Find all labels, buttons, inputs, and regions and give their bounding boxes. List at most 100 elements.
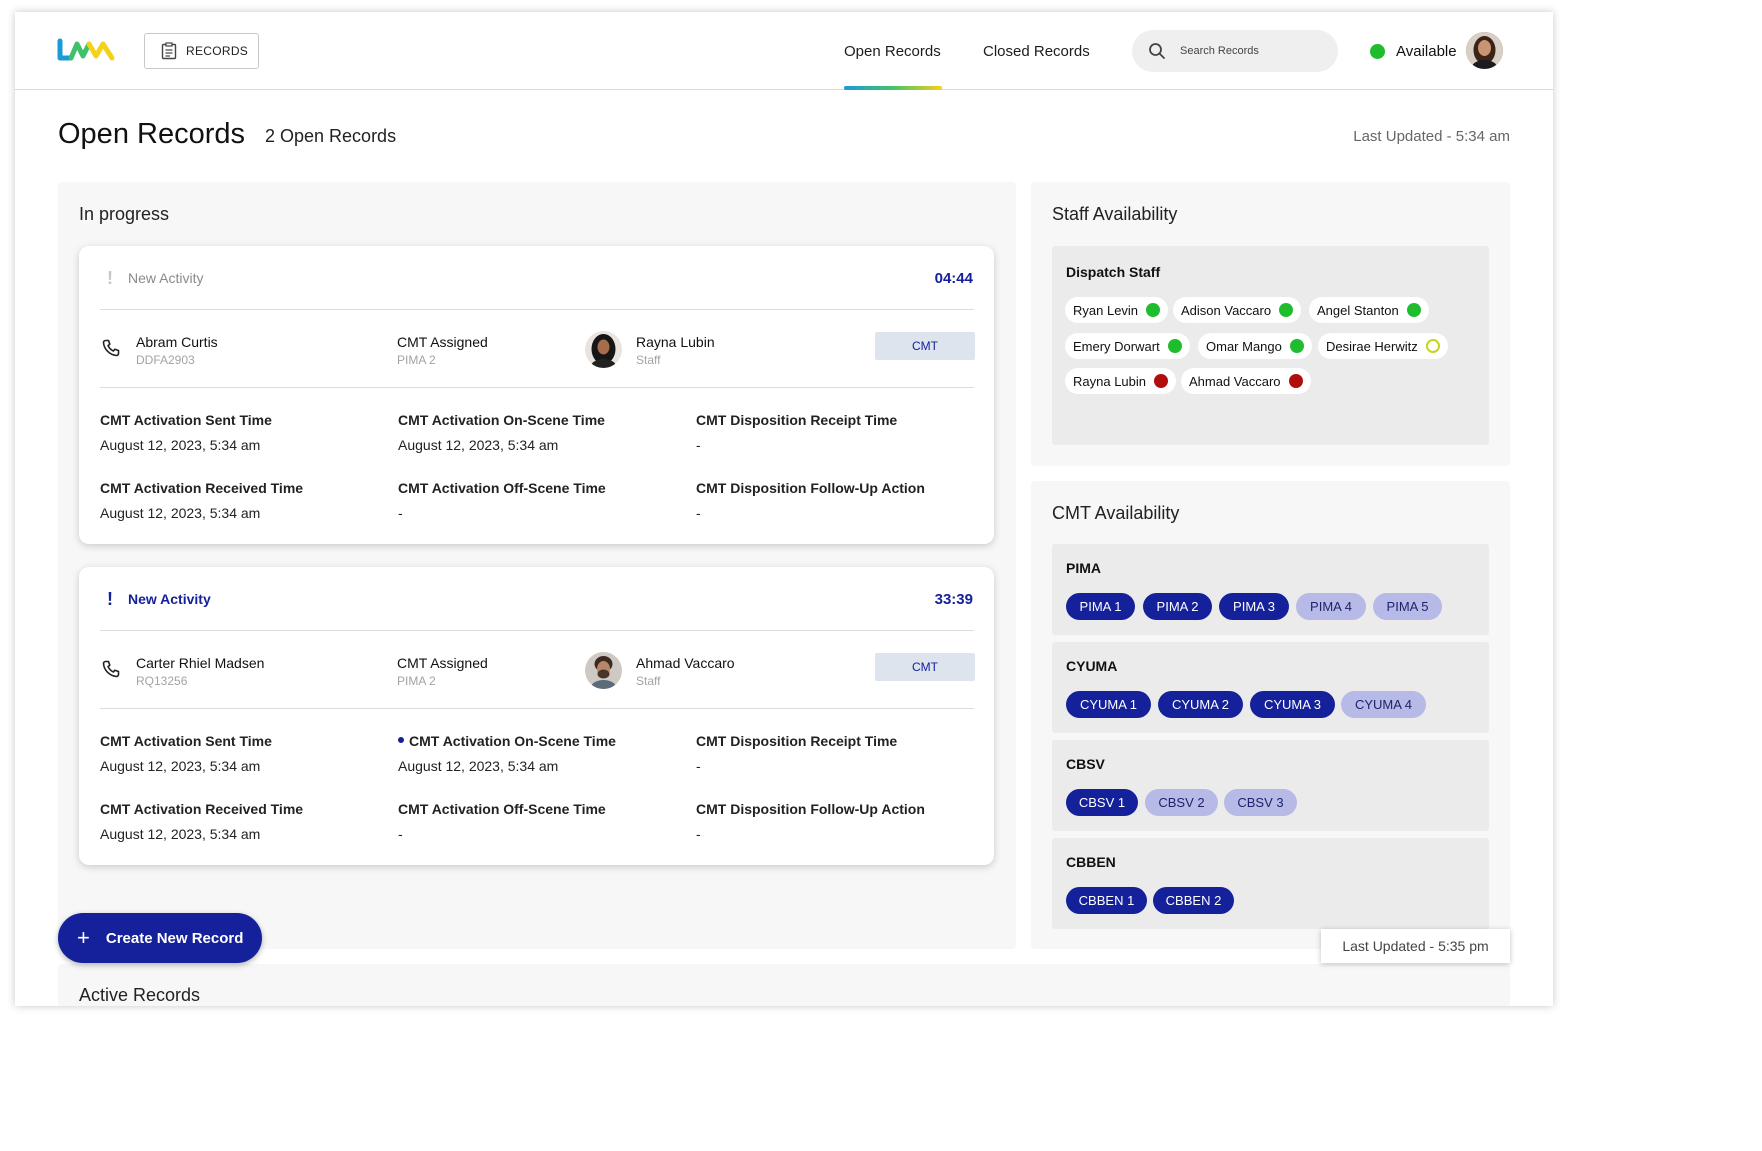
cmt-button[interactable]: CMT <box>875 332 975 360</box>
dispatch-staff-title: Dispatch Staff <box>1066 264 1161 280</box>
alert-icon: ! <box>107 268 113 288</box>
record-card[interactable]: ! New Activity 33:39 Carter Rhiel Madsen… <box>79 567 994 865</box>
staff-chip[interactable]: Ryan Levin <box>1065 297 1169 323</box>
cmt-unit-chip[interactable]: PIMA 1 <box>1066 593 1135 620</box>
phone-icon <box>102 339 120 357</box>
cmt-unit-chip[interactable]: PIMA 2 <box>1143 593 1212 620</box>
create-new-record-button[interactable]: + Create New Record <box>58 913 262 963</box>
sent-time-label: CMT Activation Sent Time <box>100 733 272 749</box>
offscene-time-label: CMT Activation Off-Scene Time <box>398 480 606 496</box>
offscene-time-label: CMT Activation Off-Scene Time <box>398 801 606 817</box>
cmt-unit-chip[interactable]: PIMA 3 <box>1219 593 1289 620</box>
staff-role: Staff <box>636 353 661 367</box>
staff-chip-name: Adison Vaccaro <box>1181 302 1272 318</box>
onscene-time-label: CMT Activation On-Scene Time <box>398 412 605 428</box>
staff-chip[interactable]: Omar Mango <box>1198 333 1312 359</box>
staff-chip[interactable]: Ahmad Vaccaro <box>1181 368 1311 394</box>
caller-name: Carter Rhiel Madsen <box>136 655 265 671</box>
staff-chip[interactable]: Rayna Lubin <box>1065 368 1176 394</box>
cmt-group-cbben: CBBEN CBBEN 1 CBBEN 2 <box>1052 838 1489 929</box>
cmt-unit-chip[interactable]: CYUMA 1 <box>1066 691 1151 718</box>
cmt-unit-chip[interactable]: CYUMA 4 <box>1341 691 1426 718</box>
cmt-group-title: CYUMA <box>1066 658 1118 674</box>
staff-chip[interactable]: Angel Stanton <box>1309 297 1429 323</box>
record-card[interactable]: ! New Activity 04:44 Abram Curtis DDFA29… <box>79 246 994 544</box>
status-dot-icon <box>1289 339 1304 353</box>
phone-icon <box>102 660 120 678</box>
search-icon <box>1149 43 1165 59</box>
receipt-time-label: CMT Disposition Receipt Time <box>696 412 898 428</box>
tab-closed-records[interactable]: Closed Records <box>983 43 1090 60</box>
staff-availability-panel: Staff Availability Dispatch Staff Ryan L… <box>1031 182 1510 466</box>
clipboard-icon <box>161 42 177 60</box>
in-progress-title: In progress <box>79 204 170 224</box>
assigned-unit: PIMA 2 <box>397 674 436 688</box>
status-dot-icon <box>1288 374 1303 388</box>
staff-chip[interactable]: Emery Dorwart <box>1065 333 1190 359</box>
followup-action-label: CMT Disposition Follow-Up Action <box>696 801 925 817</box>
received-time-value: August 12, 2023, 5:34 am <box>100 505 261 521</box>
cmt-unit-chip[interactable]: PIMA 5 <box>1373 593 1442 620</box>
search-bar[interactable] <box>1132 30 1338 72</box>
staff-chip-name: Ahmad Vaccaro <box>1189 373 1281 389</box>
divider <box>100 708 974 709</box>
caller-id: RQ13256 <box>136 674 188 688</box>
active-records-title: Active Records <box>79 985 201 1005</box>
in-progress-panel: In progress ! New Activity 04:44 Abram C… <box>58 182 1016 949</box>
divider <box>100 630 974 631</box>
assigned-unit: PIMA 2 <box>397 353 436 367</box>
user-avatar[interactable] <box>1466 32 1503 69</box>
assigned-label: CMT Assigned <box>397 334 488 350</box>
cmt-group-title: CBSV <box>1066 756 1105 772</box>
app-window: RECORDS Open Records Closed Records Avai… <box>15 12 1553 1006</box>
status-dot-icon <box>1167 339 1182 353</box>
lvm-logo-icon[interactable] <box>57 38 117 62</box>
cmt-unit-chip[interactable]: CBBEN 1 <box>1066 887 1147 914</box>
record-timer: 33:39 <box>934 591 973 608</box>
divider <box>100 387 974 388</box>
staff-name: Ahmad Vaccaro <box>636 655 735 671</box>
caller-name: Abram Curtis <box>136 334 218 350</box>
last-updated-toast: Last Updated - 5:35 pm <box>1321 929 1510 963</box>
cmt-availability-panel: CMT Availability PIMA PIMA 1 PIMA 2 PIMA… <box>1031 481 1510 949</box>
received-time-value: August 12, 2023, 5:34 am <box>100 826 261 842</box>
onscene-time-value: August 12, 2023, 5:34 am <box>398 758 559 774</box>
records-button[interactable]: RECORDS <box>144 33 259 69</box>
followup-action-label: CMT Disposition Follow-Up Action <box>696 480 925 496</box>
cmt-unit-chip[interactable]: CYUMA 3 <box>1250 691 1335 718</box>
cmt-availability-title: CMT Availability <box>1052 503 1180 523</box>
active-records-panel: Active Records <box>58 964 1510 1006</box>
cmt-unit-chip[interactable]: CBBEN 2 <box>1153 887 1234 914</box>
cmt-unit-chip[interactable]: PIMA 4 <box>1296 593 1366 620</box>
availability-status[interactable]: Available <box>1370 43 1457 60</box>
search-input[interactable] <box>1180 45 1310 57</box>
staff-chip-name: Rayna Lubin <box>1073 373 1146 389</box>
top-header: RECORDS Open Records Closed Records Avai… <box>15 12 1553 90</box>
tab-open-records[interactable]: Open Records <box>844 43 941 60</box>
status-dot-icon <box>1154 374 1168 388</box>
staff-chip[interactable]: Adison Vaccaro <box>1173 297 1302 323</box>
last-updated: Last Updated - 5:34 am <box>1353 128 1510 145</box>
cmt-group-title: CBBEN <box>1066 854 1116 870</box>
dispatch-staff-box: Dispatch Staff Ryan Levin Adison Vaccaro… <box>1052 246 1489 445</box>
staff-chip-name: Desirae Herwitz <box>1326 338 1418 354</box>
staff-name: Rayna Lubin <box>636 334 715 350</box>
status-dot-icon <box>1370 44 1385 59</box>
record-timer: 04:44 <box>934 270 973 287</box>
sent-time-value: August 12, 2023, 5:34 am <box>100 758 261 774</box>
cmt-unit-chip[interactable]: CBSV 1 <box>1066 789 1138 816</box>
cmt-group-pima: PIMA PIMA 1 PIMA 2 PIMA 3 PIMA 4 PIMA 5 <box>1052 544 1489 635</box>
cmt-unit-chip[interactable]: CBSV 3 <box>1224 789 1297 816</box>
offscene-time-value: - <box>398 505 403 521</box>
cmt-unit-chip[interactable]: CBSV 2 <box>1145 789 1218 816</box>
alert-icon: ! <box>107 589 113 609</box>
onscene-time-label: CMT Activation On-Scene Time <box>409 733 616 749</box>
cmt-button[interactable]: CMT <box>875 653 975 681</box>
status-dot-icon <box>1146 303 1161 317</box>
cmt-unit-chip[interactable]: CYUMA 2 <box>1158 691 1243 718</box>
create-new-record-label: Create New Record <box>105 929 244 947</box>
cmt-group-cyuma: CYUMA CYUMA 1 CYUMA 2 CYUMA 3 CYUMA 4 <box>1052 642 1489 733</box>
staff-chip-name: Emery Dorwart <box>1073 338 1160 354</box>
active-tab-indicator <box>844 86 942 90</box>
staff-chip[interactable]: Desirae Herwitz <box>1318 333 1448 359</box>
